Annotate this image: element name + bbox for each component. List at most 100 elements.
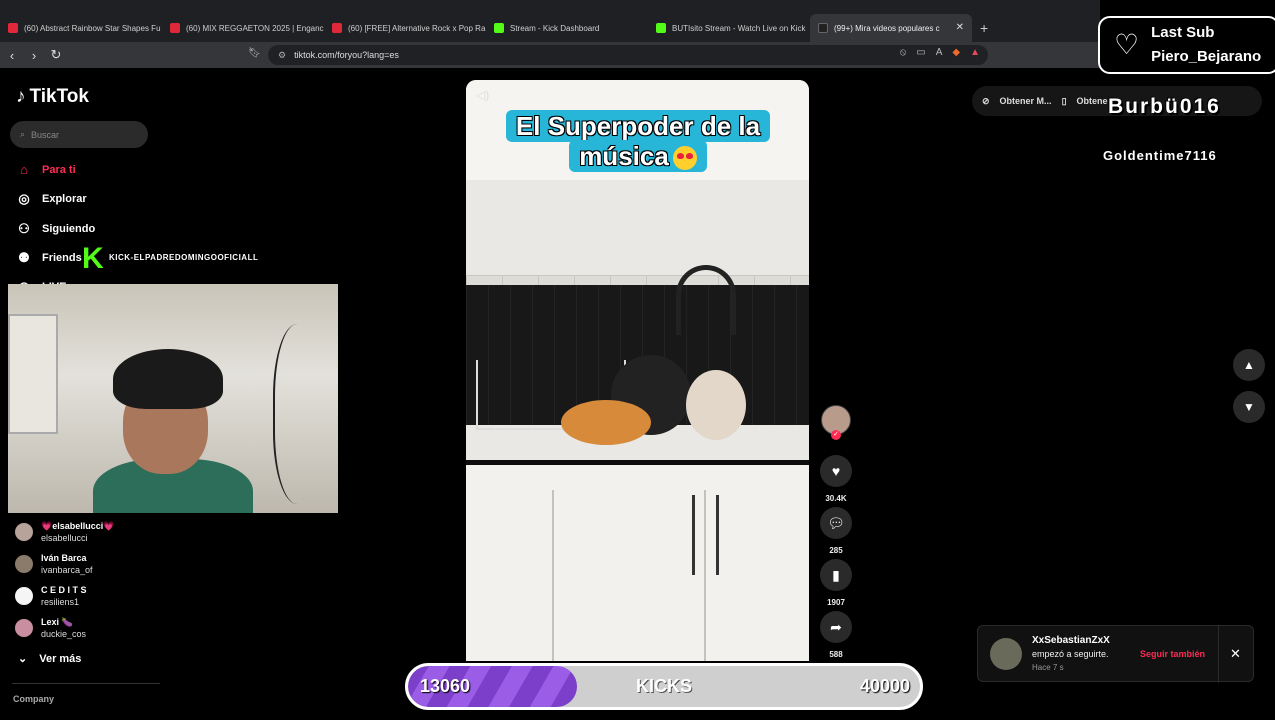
youtube-icon [332, 23, 342, 33]
share-icon[interactable]: ➦ [820, 611, 852, 643]
nav-label: Para ti [42, 163, 76, 176]
home-icon: ⌂ [20, 162, 28, 177]
caption-line-1: El Superpoder de la [505, 110, 771, 142]
account-display-name: 💗elsabellucci💗 [41, 521, 115, 531]
video-cabinet-seam [704, 490, 706, 690]
notification-divider [1218, 626, 1219, 683]
browser-tab-active[interactable]: (99+) Mira videos populares c ✕ [810, 14, 972, 42]
video-oranges [561, 400, 651, 445]
kicks-label: KICKS [636, 676, 693, 696]
browser-tab[interactable]: Stream - Kick Dashboard [486, 14, 648, 42]
translate-icon[interactable]: A [936, 47, 943, 58]
notification-time: Hace 7 s [1032, 663, 1064, 672]
last-sub-title: Last Sub [1151, 24, 1215, 41]
site-info-icon[interactable]: ⚙ [278, 50, 286, 61]
browser-tab[interactable]: BUTIsito Stream - Watch Live on Kick [648, 14, 810, 42]
tracking-icon[interactable]: ⦸ [900, 47, 907, 58]
compass-icon: ◎ [18, 191, 30, 206]
avatar[interactable] [990, 638, 1022, 670]
company-link[interactable]: Company [13, 694, 54, 704]
youtube-icon [8, 23, 18, 33]
comment-action[interactable]: 💬︎ 285 [819, 507, 853, 555]
kicks-goal: 40000 [859, 676, 910, 696]
video-cabinets [466, 465, 809, 692]
new-tab-button[interactable]: + [980, 20, 988, 36]
notification-user[interactable]: XxSebastianZxX [1032, 635, 1110, 646]
following-account[interactable]: C E D I T S resiliens1 [15, 584, 87, 608]
follow-back-button[interactable]: Seguir también [1140, 649, 1205, 659]
following-icon: ⚇ [18, 221, 30, 236]
sidebar-divider [12, 683, 160, 684]
account-handle: resiliens1 [41, 597, 80, 607]
avatar [15, 619, 33, 637]
close-tab-icon[interactable]: ✕ [956, 22, 964, 33]
rewards-icon[interactable]: ▲ [970, 47, 980, 58]
avatar [15, 587, 33, 605]
video-caption: El Superpoder de la música [502, 110, 774, 172]
url-text: tiktok.com/foryou?lang=es [294, 50, 399, 60]
shield-icon[interactable]: ◆ [952, 47, 960, 58]
like-action[interactable]: ♥ 30.4K [819, 455, 853, 503]
comment-icon[interactable]: 💬︎ [820, 507, 852, 539]
url-field[interactable]: ⚙ tiktok.com/foryou?lang=es [268, 45, 988, 65]
save-action[interactable]: ▮ 1907 [819, 559, 853, 607]
forward-icon[interactable]: › [24, 48, 44, 63]
get-app-label[interactable]: Obtener M... [1000, 96, 1052, 106]
following-account[interactable]: Lexi 🍆 duckie_cos [15, 616, 86, 640]
tab-title: (60) MIX REGGAETON 2025 | Enganc [186, 23, 324, 33]
close-icon[interactable]: ✕ [1230, 646, 1241, 662]
chevron-down-icon: ⌄ [18, 653, 28, 665]
chevron-down-icon: ▼ [1243, 400, 1255, 414]
search-icon: ⌕ [20, 129, 26, 139]
search-placeholder: Buscar [31, 129, 60, 140]
browser-tab[interactable]: (60) Abstract Rainbow Star Shapes Fu [0, 14, 162, 42]
video-cabinet-handle [716, 495, 719, 575]
youtube-icon [170, 23, 180, 33]
kick-logo-icon: K [82, 242, 104, 275]
sidebar-item-for-you[interactable]: ⌂ Para ti [16, 162, 76, 177]
sidebar-item-following[interactable]: ⚇ Siguiendo [16, 221, 95, 237]
follow-plus-icon[interactable]: ✓ [831, 430, 841, 440]
tiktok-logo[interactable]: ♪ TikTok [16, 86, 89, 108]
tab-title: BUTIsito Stream - Watch Live on Kick [672, 23, 806, 33]
previous-video-button[interactable]: ▲ [1233, 349, 1265, 381]
video-cabinet-handle [692, 495, 695, 575]
back-icon[interactable]: ‹ [2, 48, 22, 63]
following-account[interactable]: Iván Barca ivanbarca_of [15, 552, 93, 576]
following-account[interactable]: 💗elsabellucci💗 elsabellucci [15, 520, 114, 544]
account-display-name: C E D I T S [41, 585, 87, 595]
notification-message: empezó a seguirte. [1032, 649, 1109, 659]
kicks-progress-bar: 13060 KICKS 40000 [405, 663, 923, 710]
tab-title: Stream - Kick Dashboard [510, 23, 600, 33]
video-player[interactable]: ◁) El Superpoder de la música [466, 80, 809, 692]
video-plates [686, 370, 746, 440]
bookmark-icon[interactable]: 🔖︎ [248, 48, 261, 59]
see-more-button[interactable]: ⌄ Ver más [18, 652, 81, 666]
account-handle: duckie_cos [41, 629, 87, 639]
heart-icon[interactable]: ♥ [820, 455, 852, 487]
browser-top-strip [0, 0, 1100, 14]
sidebar-item-friends[interactable]: ⚉ Friends [16, 250, 82, 266]
logo-text: TikTok [29, 86, 89, 107]
bookmark-icon[interactable]: ▮ [820, 559, 852, 591]
search-input[interactable]: ⌕ Buscar [10, 121, 148, 148]
chevron-up-icon: ▲ [1243, 358, 1255, 372]
nav-label: Explorar [42, 193, 87, 205]
next-video-button[interactable]: ▼ [1233, 391, 1265, 423]
share-count: 588 [829, 650, 843, 659]
follow-notification: XxSebastianZxX empezó a seguirte. Hace 7… [977, 625, 1254, 683]
like-count: 30.4K [825, 494, 847, 503]
browser-tab[interactable]: (60) MIX REGGAETON 2025 | Enganc [162, 14, 324, 42]
video-faucet [676, 265, 736, 335]
browser-tab[interactable]: (60) [FREE] Alternative Rock x Pop Ra [324, 14, 486, 42]
sidebar-item-explore[interactable]: ◎ Explorar [16, 191, 87, 207]
cast-icon[interactable]: ▭ [916, 47, 925, 58]
reload-icon[interactable]: ↻ [46, 47, 66, 63]
video-cabinet-seam [552, 490, 554, 690]
account-handle: elsabellucci [41, 533, 88, 543]
share-action[interactable]: ➦ 588 [819, 611, 853, 659]
get-app-label-2[interactable]: Obtene [1077, 96, 1108, 106]
streamer-tag-overlay: Burbü016 [1108, 95, 1221, 118]
account-handle: ivanbarca_of [41, 565, 93, 575]
volume-icon[interactable]: ◁) [476, 88, 489, 102]
